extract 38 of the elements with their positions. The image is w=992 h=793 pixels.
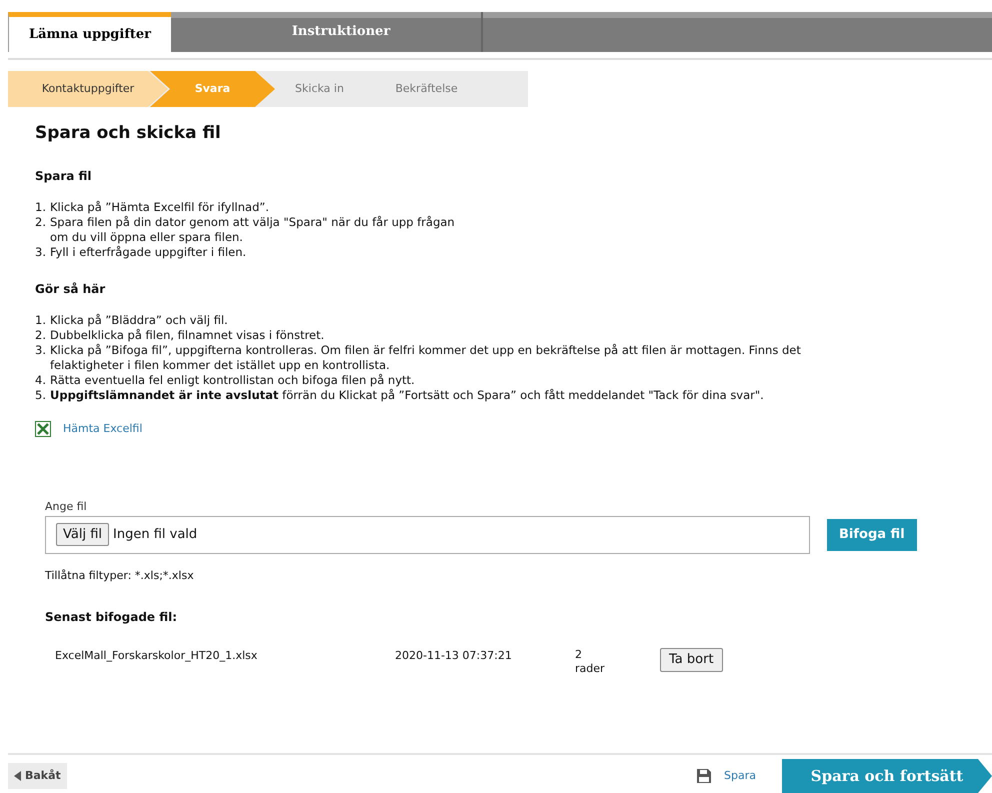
remove-button[interactable]: Ta bort: [660, 648, 723, 672]
section-heading: Spara fil: [35, 168, 93, 184]
caret-left-icon: [14, 771, 21, 781]
back-button[interactable]: Bakåt: [8, 763, 67, 789]
list-number: 2.: [35, 328, 47, 342]
spreadsheet-icon: [35, 420, 51, 437]
list-number: 1.: [35, 200, 47, 214]
field-label: Ange fil: [45, 499, 88, 515]
list-number: 3.: [35, 244, 47, 260]
file-date: 2020-11-13 07:37:21: [395, 648, 513, 664]
list-item-text: Spara filen på din dator genom att välja "Spara" när du får upp frågan om du vill öppna eller spara filen.: [50, 214, 456, 244]
save-link[interactable]: Spara: [724, 768, 756, 784]
section-heading: Gör så här: [35, 280, 106, 298]
list-number: 5.: [35, 388, 47, 402]
choose-file-button[interactable]: Välj fil: [56, 522, 110, 546]
continue-button[interactable]: Spara och fortsätt: [782, 759, 992, 793]
file-rows: 2 rader: [575, 648, 605, 676]
attach-button[interactable]: Bifoga fil: [827, 518, 917, 550]
file-input-value: Ingen fil vald: [113, 526, 198, 544]
list-number: 3.: [35, 342, 47, 358]
download-link[interactable]: Hämta Excelfil: [63, 420, 142, 437]
list-item-text: Klicka på ”Bläddra” och välj fil.: [50, 312, 228, 328]
list-number: 4.: [35, 372, 47, 388]
allowed-types-text: Tillåtna filtyper: *.xls;*.xlsx: [45, 568, 195, 584]
list-item-text: Fyll i efterfrågade uppgifter i filen.: [50, 244, 246, 260]
list-item-text: Klicka på ”Bifoga fil”, uppgifterna kontrolleras. Om filen är felfri kommer det upp en bekräftelse på att filen är mottagen. Finns det felaktigheter i filen kommer det istället upp en kontrollista.: [50, 342, 802, 372]
list-item-text: Uppgiftslämnandet är inte avslutat förrän du Klickat på ”Fortsätt och Spara” och fått meddelandet "Tack för dina svar".: [50, 388, 764, 402]
list-item-text: Dubbelklicka på filen, filnamnet visas i fönstret.: [50, 328, 324, 342]
page-title: Spara och skicka fil: [35, 122, 222, 145]
list-number: 2.: [35, 214, 47, 230]
tab[interactable]: Instruktioner: [171, 12, 483, 52]
file-name: ExcelMall_Forskarskolor_HT20_1.xlsx: [55, 648, 258, 664]
tab[interactable]: Lämna uppgifter: [8, 12, 171, 52]
list-item-text: Klicka på ”Hämta Excelfil för ifyllnad”.: [50, 200, 269, 214]
list-number: 1.: [35, 312, 47, 328]
list-item-text: Rätta eventuella fel enligt kontrollistan och bifoga filen på nytt.: [50, 372, 415, 388]
recent-heading: Senast bifogade fil:: [45, 609, 178, 626]
file-input-field[interactable]: Välj fil Ingen fil vald: [45, 516, 810, 554]
